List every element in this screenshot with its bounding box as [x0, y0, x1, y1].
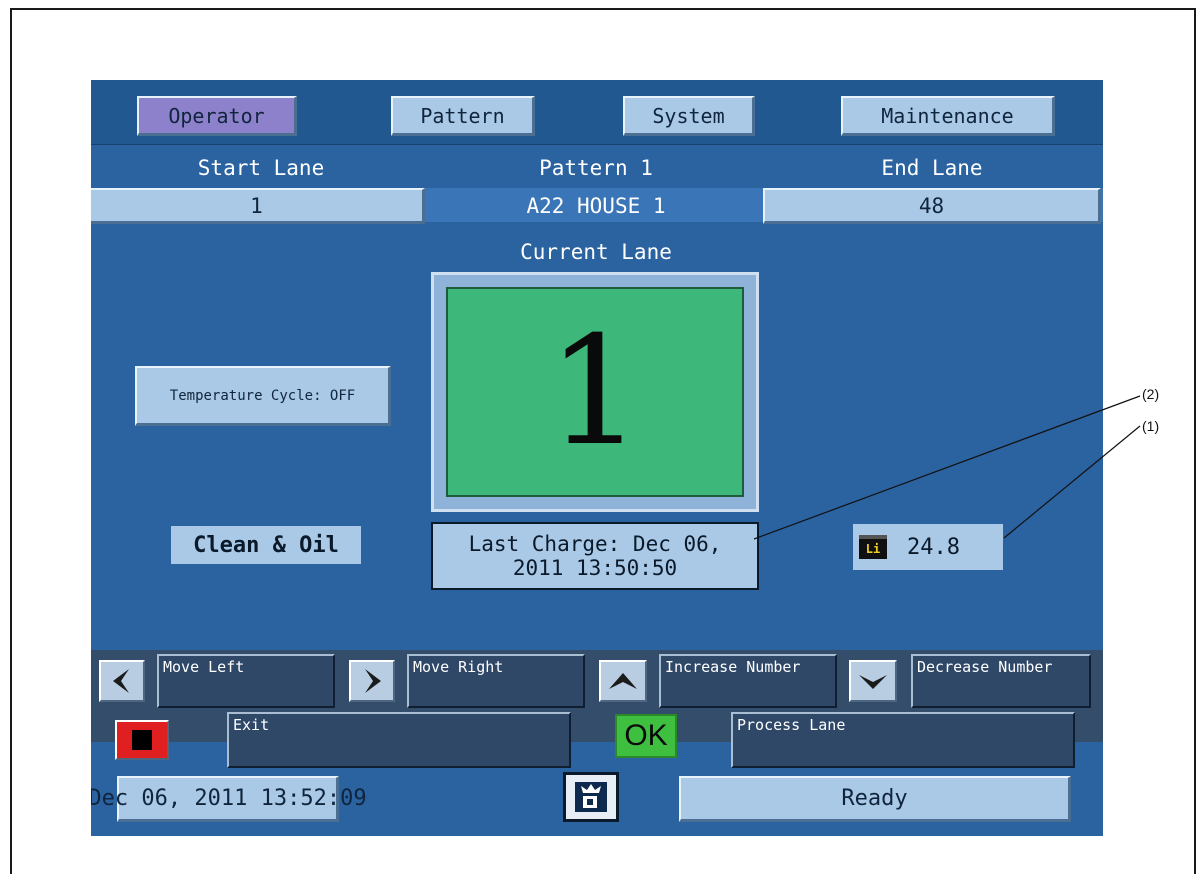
- move-right-button[interactable]: Move Right: [407, 654, 585, 708]
- move-left-button[interactable]: Move Left: [157, 654, 335, 708]
- tab-pattern[interactable]: Pattern: [391, 96, 535, 136]
- arrow-left-icon: [113, 669, 129, 693]
- arrow-up-icon: [609, 673, 637, 689]
- brand-mark-icon: [575, 782, 607, 812]
- current-lane-number: 1: [547, 305, 643, 479]
- decrease-icon-button[interactable]: [849, 660, 897, 702]
- increase-icon-button[interactable]: [599, 660, 647, 702]
- move-left-icon-button[interactable]: [99, 660, 145, 702]
- exit-button[interactable]: Exit: [227, 712, 571, 768]
- pattern-label: Pattern 1: [539, 156, 653, 180]
- arrow-right-icon: [365, 669, 381, 693]
- current-lane-label: Current Lane: [520, 240, 672, 264]
- current-lane-frame: 1: [431, 272, 759, 512]
- end-lane-field[interactable]: 48: [763, 188, 1101, 224]
- mode-label: Clean & Oil: [171, 526, 361, 564]
- process-lane-button[interactable]: Process Lane: [731, 712, 1075, 768]
- brand-logo-icon: [563, 772, 619, 822]
- callout-2: (2): [1142, 386, 1160, 402]
- start-lane-field[interactable]: 1: [91, 188, 425, 224]
- tab-system[interactable]: System: [623, 96, 755, 136]
- callout-1: (1): [1142, 418, 1160, 434]
- battery-icon: Li: [859, 535, 887, 559]
- pattern-name: A22 HOUSE 1: [526, 194, 666, 218]
- datetime-display: Dec 06, 2011 13:52:09: [91, 776, 367, 822]
- decrease-number-button[interactable]: Decrease Number: [911, 654, 1091, 708]
- battery-box: Li 24.8: [853, 524, 1003, 570]
- move-right-icon-button[interactable]: [349, 660, 395, 702]
- end-lane-label: End Lane: [881, 156, 983, 180]
- increase-number-button[interactable]: Increase Number: [659, 654, 837, 708]
- temperature-cycle-button[interactable]: Temperature Cycle: OFF: [135, 366, 391, 426]
- ok-icon-button[interactable]: OK: [615, 714, 677, 758]
- machine-screen: Operator Pattern System Maintenance Star…: [91, 80, 1103, 836]
- tab-operator[interactable]: Operator: [137, 96, 297, 136]
- tab-maintenance[interactable]: Maintenance: [841, 96, 1055, 136]
- last-charge-line1: Last Charge: Dec 06,: [468, 532, 722, 556]
- battery-voltage: 24.8: [907, 534, 960, 560]
- start-lane-label: Start Lane: [197, 156, 325, 180]
- last-charge-line2: 2011 13:50:50: [512, 556, 678, 580]
- arrow-down-icon: [859, 675, 887, 689]
- current-lane-display: 1: [446, 287, 744, 497]
- last-charge-box: Last Charge: Dec 06, 2011 13:50:50: [431, 522, 759, 590]
- stop-icon: [132, 730, 152, 750]
- stop-icon-button[interactable]: [115, 720, 169, 760]
- status-display: Ready: [679, 776, 1071, 822]
